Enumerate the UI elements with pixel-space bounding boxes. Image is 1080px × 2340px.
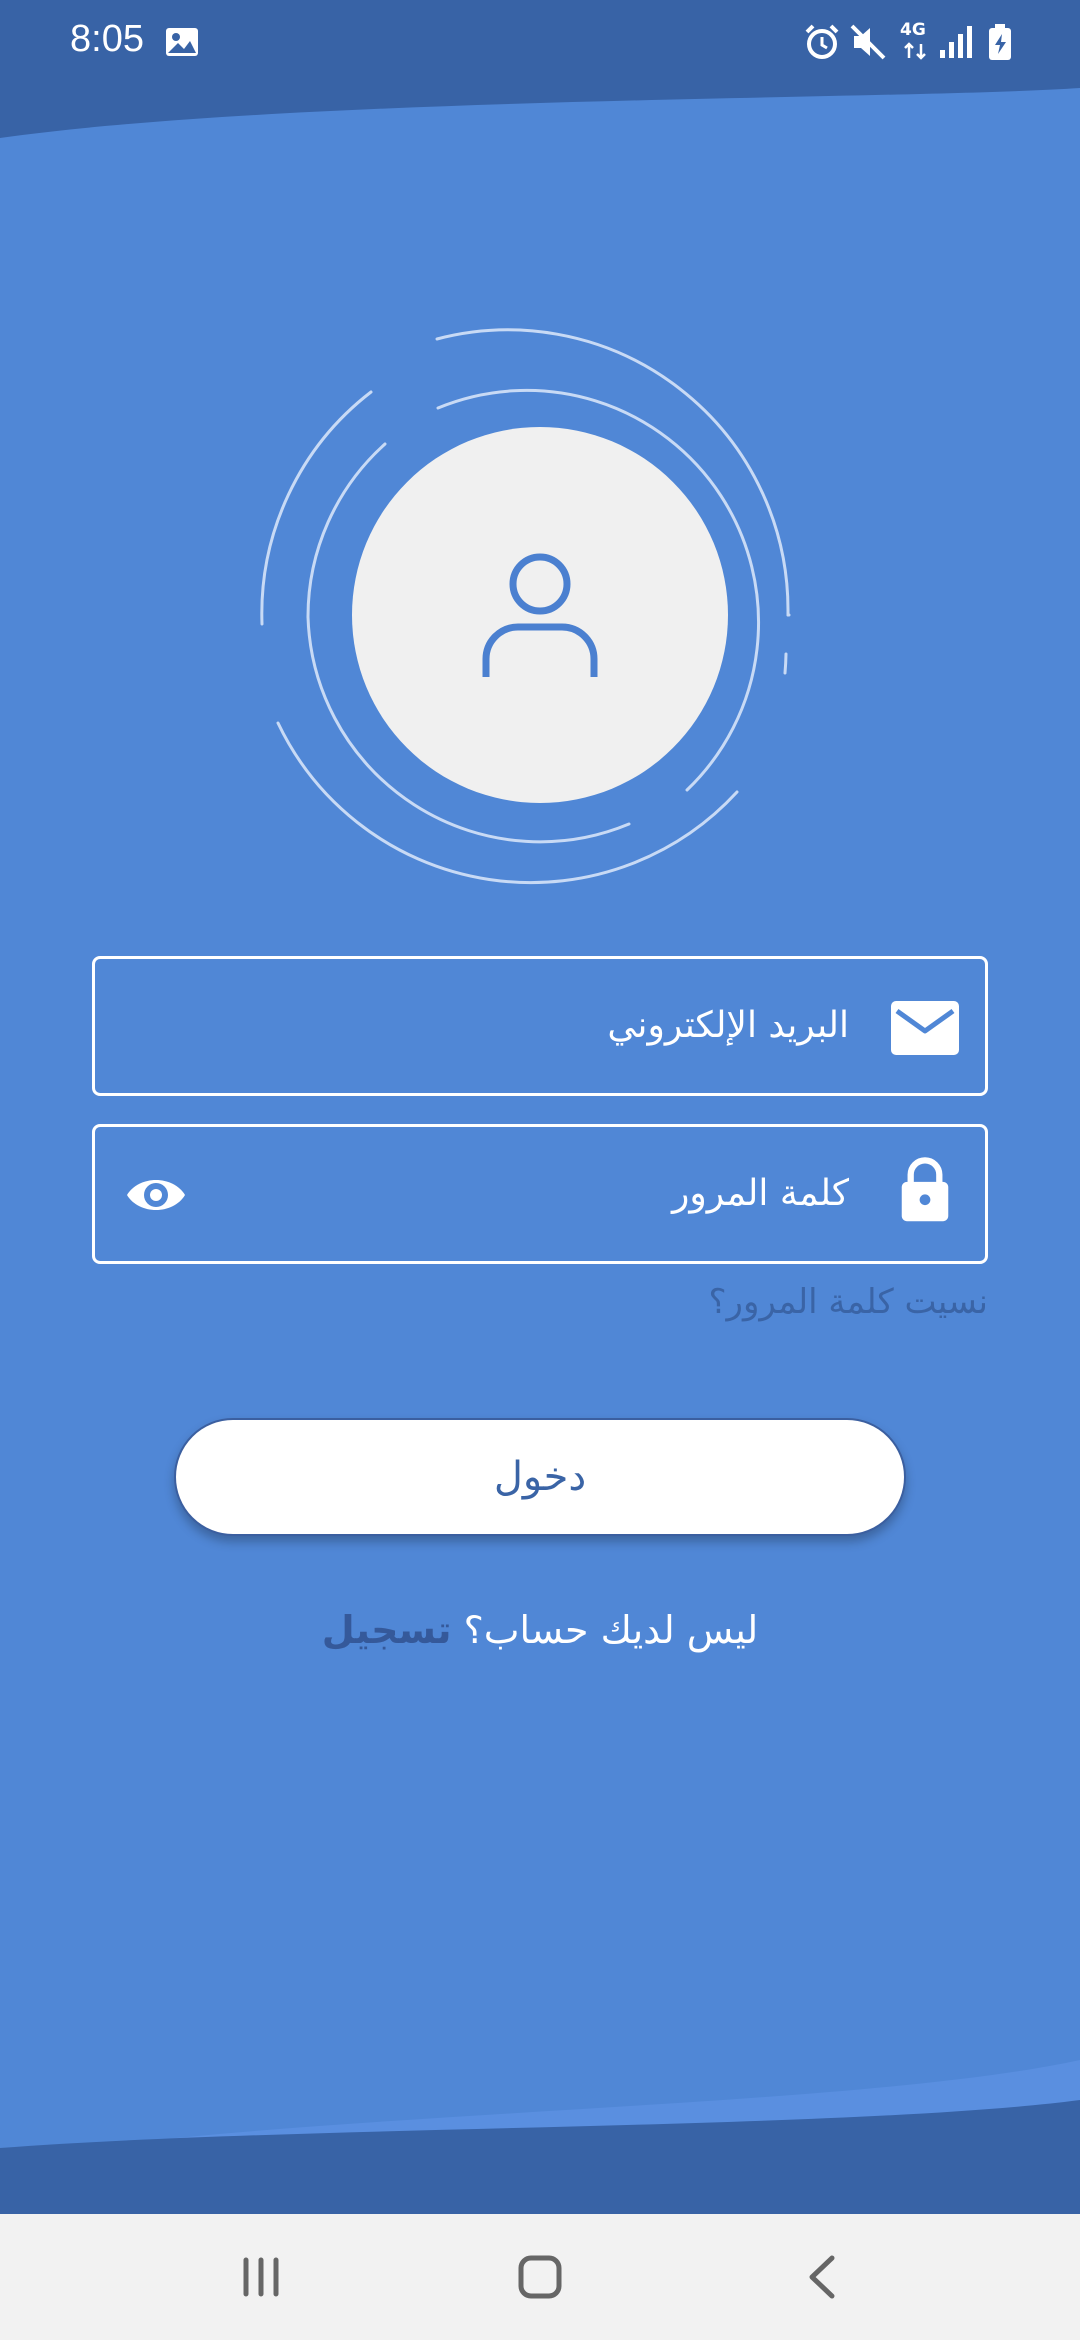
signal-icon — [940, 26, 972, 58]
avatar[interactable] — [352, 427, 728, 803]
password-placeholder: كلمة المرور — [671, 1173, 849, 1214]
lock-icon — [901, 1157, 949, 1222]
eye-icon[interactable] — [125, 1167, 187, 1223]
no-account-text: ليس لديك حساب؟ — [463, 1608, 759, 1652]
forgot-password-link[interactable]: نسيت كلمة المرور؟ — [709, 1282, 989, 1322]
home-icon[interactable] — [515, 2252, 565, 2302]
password-field[interactable]: كلمة المرور — [92, 1124, 988, 1264]
network-label: 4G — [900, 20, 926, 40]
mute-icon — [850, 24, 886, 60]
register-row: ليس لديك حساب؟ تسجيل — [0, 1608, 1080, 1652]
battery-charging-icon — [989, 24, 1011, 60]
image-icon — [166, 28, 198, 56]
recent-apps-icon[interactable] — [236, 2252, 286, 2302]
user-icon — [482, 553, 598, 677]
login-button[interactable]: دخول — [174, 1418, 906, 1536]
email-field[interactable]: البريد الإلكتروني — [92, 956, 988, 1096]
envelope-icon — [891, 1001, 959, 1055]
alarm-icon — [805, 24, 839, 59]
register-link[interactable]: تسجيل — [322, 1608, 452, 1652]
status-time: 8:05 — [70, 18, 144, 60]
network-4g-icon: 4G — [898, 20, 932, 64]
status-bar: 8:05 4G — [0, 0, 1080, 84]
navigation-bar — [0, 2214, 1080, 2340]
email-placeholder: البريد الإلكتروني — [607, 1005, 849, 1046]
back-icon[interactable] — [798, 2252, 848, 2302]
